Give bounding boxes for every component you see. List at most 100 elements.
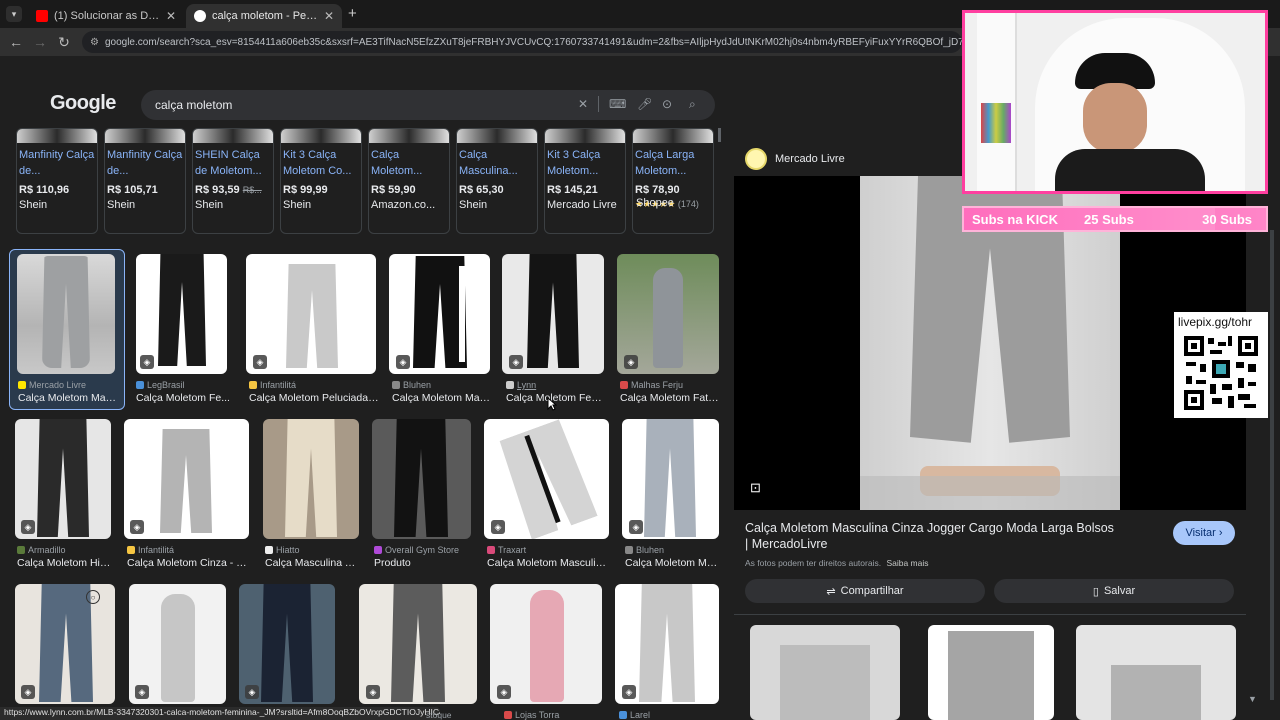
result-image[interactable] bbox=[17, 254, 115, 374]
product-image bbox=[193, 129, 273, 143]
result-caption[interactable]: Calça Moletom Masc... bbox=[18, 392, 118, 404]
shopping-scroll-edge bbox=[718, 128, 721, 142]
related-image[interactable] bbox=[928, 625, 1054, 720]
pants-shape bbox=[42, 256, 90, 368]
result-source: Overall Gym Store bbox=[374, 545, 484, 555]
qr-code-icon bbox=[1182, 334, 1260, 412]
shopping-card[interactable]: Calça Moletom... R$ 59,90 Amazon.co... bbox=[368, 128, 450, 234]
site-info-icon[interactable]: ⚙ bbox=[90, 37, 99, 48]
share-button[interactable]: ⇌ Compartilhar bbox=[745, 579, 985, 603]
product-price: R$ 65,30 bbox=[459, 184, 504, 196]
panel-title[interactable]: Calça Moletom Masculina Cinza Jogger Car… bbox=[745, 520, 1115, 552]
shopping-card[interactable]: Kit 3 Calça Moletom... R$ 145,21 Mercado… bbox=[544, 128, 626, 234]
result-caption[interactable]: Calça Moletom Mas... bbox=[392, 392, 492, 404]
product-price: R$ 93,59 R$... bbox=[195, 184, 262, 196]
result-image[interactable] bbox=[372, 419, 471, 539]
lens-badge-icon: ◈ bbox=[629, 520, 643, 534]
result-source: stoque bbox=[426, 710, 452, 720]
shopping-card[interactable]: Kit 3 Calça Moletom Co... R$ 99,99 Shein bbox=[280, 128, 362, 234]
result-caption[interactable]: Produto bbox=[374, 557, 474, 569]
save-button[interactable]: ▯ Salvar bbox=[994, 579, 1234, 603]
result-image[interactable] bbox=[263, 419, 359, 539]
shopping-card[interactable]: Calça Masculina... R$ 65,30 Shein bbox=[456, 128, 538, 234]
subs-label: Subs na KICK bbox=[972, 211, 1058, 227]
search-input[interactable]: calça moletom bbox=[155, 98, 232, 112]
books-shape bbox=[981, 103, 1011, 143]
lens-badge-icon: ◈ bbox=[253, 355, 267, 369]
copyright-note: As fotos podem ter direitos autorais. Sa… bbox=[745, 558, 929, 568]
result-source: Bluhen bbox=[625, 545, 721, 555]
site-favicon-icon bbox=[127, 546, 135, 554]
mic-icon[interactable]: 🎤︎ bbox=[637, 97, 652, 111]
result-caption[interactable]: Calça Moletom Masculino... bbox=[487, 557, 611, 569]
product-image bbox=[17, 129, 97, 143]
tab-search-button[interactable]: ▾ bbox=[6, 6, 22, 22]
pants-shape bbox=[948, 631, 1034, 720]
divider bbox=[598, 96, 599, 112]
scroll-down-icon[interactable]: ▼ bbox=[1248, 694, 1257, 704]
tab-google-search[interactable]: calça moletom - Pesquisa Goog ✕ bbox=[186, 4, 342, 28]
visit-button[interactable]: Visitar › bbox=[1173, 521, 1235, 545]
lens-search-icon[interactable]: ⊡ bbox=[750, 480, 761, 496]
learn-more-link[interactable]: Saiba mais bbox=[886, 558, 928, 568]
close-icon[interactable]: ✕ bbox=[318, 9, 334, 23]
forward-icon[interactable]: → bbox=[28, 30, 52, 54]
panel-site-name[interactable]: Mercado Livre bbox=[775, 153, 845, 165]
tab-youtube[interactable]: (1) Solucionar as Dilemas de M ✕ bbox=[28, 4, 184, 28]
result-caption[interactable]: Calça Moletom Fata... bbox=[620, 392, 720, 404]
pants-shape bbox=[780, 645, 870, 720]
product-title: Manfinity Calça de... bbox=[107, 149, 183, 177]
new-tab-button[interactable]: + bbox=[348, 5, 357, 22]
reload-icon[interactable]: ↻ bbox=[52, 30, 76, 54]
lens-badge-icon: ◈ bbox=[497, 685, 511, 699]
pants-shape bbox=[39, 584, 93, 702]
shopping-card[interactable]: Manfinity Calça de... R$ 105,71 Shein bbox=[104, 128, 186, 234]
lens-badge-icon: ◈ bbox=[135, 685, 149, 699]
pants-shape bbox=[37, 419, 89, 537]
product-store: Shein bbox=[283, 199, 312, 211]
back-icon[interactable]: ← bbox=[4, 30, 28, 54]
review-count: (174) bbox=[677, 199, 699, 209]
shopping-card[interactable]: Calça Larga Moletom... R$ 78,90 ★★★★★ (1… bbox=[632, 128, 714, 234]
pants-shape bbox=[496, 419, 597, 539]
result-caption[interactable]: Calça Moletom Peluciada ... bbox=[249, 392, 379, 404]
keyboard-icon[interactable]: ⌨ bbox=[609, 97, 626, 111]
result-caption[interactable]: Calça Moletom Fe... bbox=[136, 392, 236, 404]
site-favicon-icon bbox=[249, 381, 257, 389]
result-caption[interactable]: Calça Moletom Ma... bbox=[625, 557, 721, 569]
pants-shape bbox=[158, 254, 206, 366]
lens-badge-icon: ◈ bbox=[130, 520, 144, 534]
site-favicon-icon bbox=[487, 546, 495, 554]
related-image[interactable] bbox=[750, 625, 900, 720]
pants-shape bbox=[1111, 665, 1201, 720]
tab-title: (1) Solucionar as Dilemas de M bbox=[54, 10, 160, 22]
clear-icon[interactable]: ✕ bbox=[578, 97, 588, 111]
address-bar[interactable]: ⚙ google.com/search?sca_esv=8154411a606e… bbox=[82, 31, 962, 53]
result-caption[interactable]: Calça Moletom Cinza - C... bbox=[127, 557, 251, 569]
site-avatar-icon bbox=[745, 148, 767, 170]
result-caption[interactable]: Calça Masculina Tr... bbox=[265, 557, 361, 569]
product-title: Calça Larga Moletom... bbox=[635, 149, 695, 177]
product-image bbox=[545, 129, 625, 143]
person-shape bbox=[530, 590, 564, 702]
search-box[interactable]: calça moletom bbox=[141, 90, 715, 120]
result-source: Hiatto bbox=[265, 545, 365, 555]
product-price: R$ 59,90 bbox=[371, 184, 416, 196]
face-shape bbox=[1083, 83, 1147, 153]
close-icon[interactable]: ○ bbox=[86, 590, 100, 604]
result-source: Larel bbox=[619, 710, 719, 720]
search-icon[interactable]: ⌕ bbox=[689, 97, 696, 112]
lens-badge-icon: ◈ bbox=[366, 685, 380, 699]
subs-goal-bar: Subs na KICK 25 Subs 30 Subs bbox=[962, 206, 1268, 232]
shopping-card[interactable]: SHEIN Calça de Moletom... R$ 93,59 R$...… bbox=[192, 128, 274, 234]
product-price: R$ 78,90 bbox=[635, 184, 680, 196]
related-image[interactable] bbox=[1076, 625, 1236, 720]
scrollbar[interactable] bbox=[1270, 230, 1274, 700]
mouse-cursor-icon bbox=[547, 397, 557, 411]
close-icon[interactable]: ✕ bbox=[160, 9, 176, 23]
result-caption[interactable]: Calça Moletom Hig... bbox=[17, 557, 113, 569]
lens-icon[interactable]: ⊙ bbox=[662, 97, 672, 111]
google-logo[interactable]: Google bbox=[50, 92, 116, 115]
shopping-card[interactable]: Manfinity Calça de... R$ 110,96 Shein bbox=[16, 128, 98, 234]
product-store: Shopee bbox=[636, 197, 674, 209]
